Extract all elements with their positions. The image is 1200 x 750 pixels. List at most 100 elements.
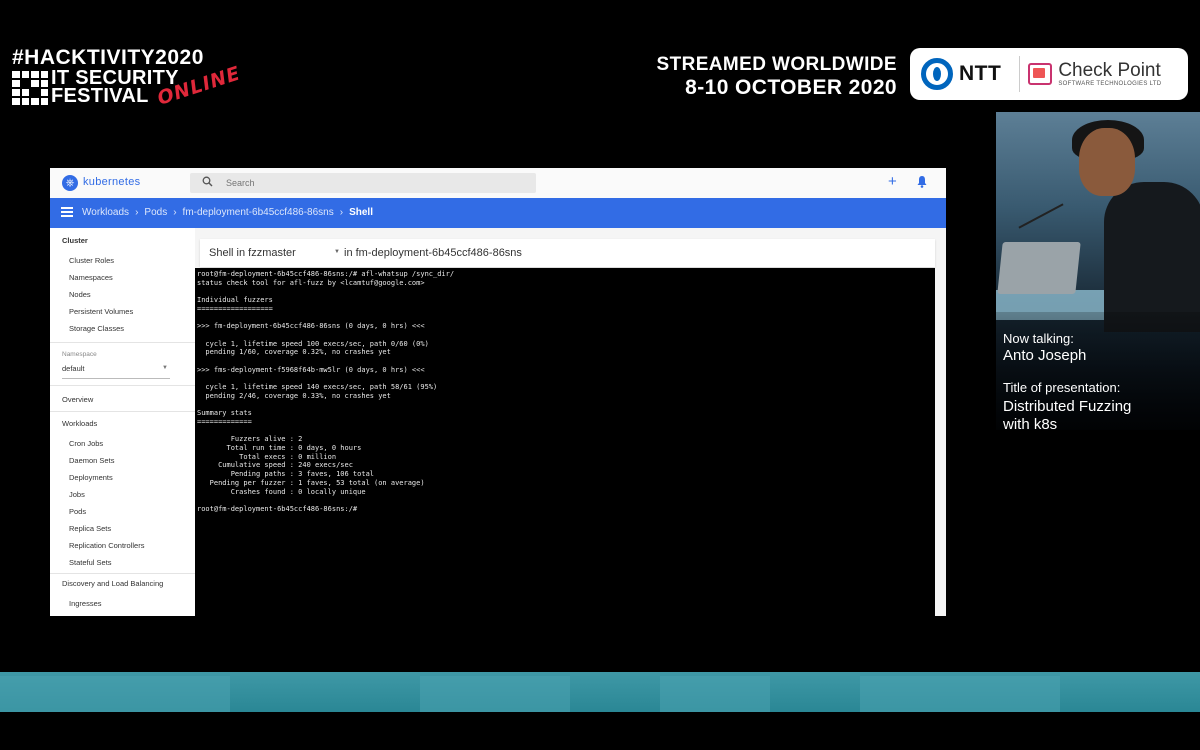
sidebar-item-storage-classes[interactable]: Storage Classes: [69, 324, 124, 333]
checkpoint-subtitle: SOFTWARE TECHNOLOGIES LTD: [1058, 80, 1162, 87]
sidebar-item-ingresses[interactable]: Ingresses: [69, 599, 102, 608]
sidebar-item-overview[interactable]: Overview: [62, 395, 93, 404]
terminal-line: Summary stats: [197, 409, 252, 418]
sidebar-divider: [50, 342, 195, 343]
terminal-line: pending 2/46, coverage 0.33%, no crashes…: [197, 391, 391, 400]
terminal-line: Fuzzers alive : 2: [197, 435, 303, 444]
presentation-title-label: Title of presentation:: [1003, 380, 1121, 395]
breadcrumb-separator-icon: ›: [173, 207, 177, 218]
terminal-line: Total execs : 0 million: [197, 452, 337, 461]
terminal-line: >>> fms-deployment-f5968f64b-mw5lr (0 da…: [197, 365, 425, 374]
sidebar-item-cron-jobs[interactable]: Cron Jobs: [69, 439, 103, 448]
breadcrumb-separator-icon: ›: [339, 207, 344, 218]
sidebar-item-replication-controllers[interactable]: Replication Controllers: [69, 541, 144, 550]
shell-pod-label: in fm-deployment-6b45ccf486-86sns: [344, 247, 522, 259]
speaker-name: Anto Joseph: [1003, 347, 1087, 364]
speaker-video: Now talking: Anto Joseph Title of presen…: [996, 112, 1200, 430]
speaker-head: [1079, 128, 1135, 196]
sidebar-header-discovery[interactable]: Discovery and Load Balancing: [62, 579, 163, 588]
sidebar-item-namespaces[interactable]: Namespaces: [69, 273, 113, 282]
search-box[interactable]: [190, 173, 536, 193]
sidebar-item-cluster-roles[interactable]: Cluster Roles: [69, 256, 114, 265]
presentation-title-line2: with k8s: [1003, 416, 1058, 430]
laptop-image: [997, 242, 1081, 294]
app-title[interactable]: kubernetes: [83, 176, 140, 188]
dashboard-topbar: ⎈ kubernetes +: [50, 168, 946, 199]
sidebar-item-deployments[interactable]: Deployments: [69, 473, 113, 482]
terminal-line: status check tool for afl-fuzz by <lcamt…: [197, 278, 425, 287]
breadcrumb-pods[interactable]: Pods: [144, 207, 167, 218]
sidebar-item-stateful-sets[interactable]: Stateful Sets: [69, 558, 112, 567]
terminal-line: >>> fm-deployment-6b45ccf486-86sns (0 da…: [197, 322, 425, 331]
sidebar: Cluster Cluster Roles Namespaces Nodes P…: [50, 228, 196, 616]
terminal-line: Pending per fuzzer : 1 faves, 53 total (…: [197, 478, 425, 487]
sidebar-item-replica-sets[interactable]: Replica Sets: [69, 524, 111, 533]
terminal-line: =============: [197, 417, 252, 426]
bottom-band: [0, 672, 1200, 712]
sidebar-item-nodes[interactable]: Nodes: [69, 290, 91, 299]
terminal-line: Total run time : 0 days, 0 hours: [197, 444, 362, 452]
notifications-bell-icon[interactable]: [917, 175, 927, 188]
terminal-line: cycle 1, lifetime speed 100 execs/sec, p…: [197, 339, 429, 348]
breadcrumb-current: Shell: [349, 207, 373, 218]
chevron-down-icon[interactable]: ▼: [334, 249, 340, 255]
festival-grid-icon: [12, 71, 48, 105]
sidebar-header-cluster[interactable]: Cluster: [62, 236, 88, 245]
kubernetes-helm-icon[interactable]: ⎈: [62, 175, 78, 191]
breadcrumb-separator-icon: ›: [135, 207, 139, 218]
sponsor-divider: [1019, 56, 1021, 92]
checkpoint-name: Check Point: [1058, 59, 1161, 81]
sidebar-item-daemon-sets[interactable]: Daemon Sets: [69, 456, 114, 465]
checkpoint-icon: [1028, 63, 1053, 85]
sidebar-divider: [50, 573, 195, 574]
presentation-title-line1: Distributed Fuzzing: [1003, 398, 1132, 415]
namespace-select[interactable]: default ▼: [62, 364, 170, 379]
sidebar-item-pods[interactable]: Pods: [69, 507, 86, 516]
shell-panel: Shell in fzzmaster ▼ in fm-deployment-6b…: [195, 228, 946, 616]
sidebar-header-workloads[interactable]: Workloads: [62, 419, 97, 428]
terminal-line: root@fm-deployment-6b45ccf486-86sns:/# a…: [197, 270, 455, 278]
terminal-line: Pending paths : 3 faves, 106 total: [197, 470, 375, 479]
speaker-body: [1104, 182, 1200, 332]
breadcrumb-bar: Workloads › Pods › fm-deployment-6b45ccf…: [50, 198, 946, 228]
sidebar-item-persistent-volumes[interactable]: Persistent Volumes: [69, 307, 133, 316]
breadcrumb: Workloads › Pods › fm-deployment-6b45ccf…: [82, 207, 373, 218]
container-select[interactable]: Shell in fzzmaster: [209, 247, 296, 259]
terminal-line: Cumulative speed : 240 execs/sec: [197, 461, 353, 470]
sidebar-item-jobs[interactable]: Jobs: [69, 490, 85, 499]
terminal-line: ==================: [197, 304, 273, 313]
terminal-line: Individual fuzzers: [197, 296, 273, 305]
band-decoration: [420, 676, 570, 712]
checkpoint-logo: Check Point SOFTWARE TECHNOLOGIES LTD: [1028, 61, 1161, 88]
breadcrumb-workloads[interactable]: Workloads: [82, 207, 129, 218]
sponsor-box: NTT Check Point SOFTWARE TECHNOLOGIES LT…: [910, 48, 1188, 100]
kubernetes-dashboard: ⎈ kubernetes + Workloads › Pods › fm-dep…: [50, 168, 946, 616]
terminal-line: cycle 1, lifetime speed 140 execs/sec, p…: [197, 383, 438, 392]
namespace-value: default: [62, 364, 85, 373]
terminal-line: Crashes found : 0 locally unique: [197, 487, 366, 496]
stream-info: STREAMED WORLDWIDE 8-10 OCTOBER 2020: [657, 54, 897, 100]
sidebar-divider: [50, 411, 195, 412]
stream-headline: STREAMED WORLDWIDE: [656, 54, 897, 75]
search-input[interactable]: [226, 176, 516, 190]
create-plus-icon[interactable]: +: [888, 173, 897, 190]
search-icon: [202, 176, 213, 190]
band-decoration: [0, 676, 230, 712]
band-decoration: [860, 676, 1060, 712]
now-talking-label: Now talking:: [1003, 331, 1074, 346]
sidebar-divider: [50, 385, 195, 386]
stream-dates: 8-10 OCTOBER 2020: [685, 76, 897, 99]
chevron-down-icon: ▼: [162, 365, 168, 371]
ntt-ring-icon: [921, 58, 953, 90]
ntt-logo: NTT: [921, 58, 1001, 90]
namespace-label: Namespace: [62, 351, 97, 358]
band-decoration: [660, 676, 770, 712]
breadcrumb-pod[interactable]: fm-deployment-6b45ccf486-86sns: [183, 207, 334, 218]
terminal-line: pending 1/60, coverage 0.32%, no crashes…: [197, 348, 391, 357]
event-hashtag: #HACKTIVITY2020: [12, 46, 204, 69]
hamburger-menu-icon[interactable]: [61, 207, 73, 217]
ntt-name: NTT: [959, 62, 1002, 85]
terminal[interactable]: root@fm-deployment-6b45ccf486-86sns:/# a…: [195, 268, 935, 616]
shell-header: Shell in fzzmaster ▼ in fm-deployment-6b…: [200, 239, 935, 267]
event-logo: #HACKTIVITY2020 IT SECURITY FESTIVAL ONL…: [12, 46, 243, 110]
